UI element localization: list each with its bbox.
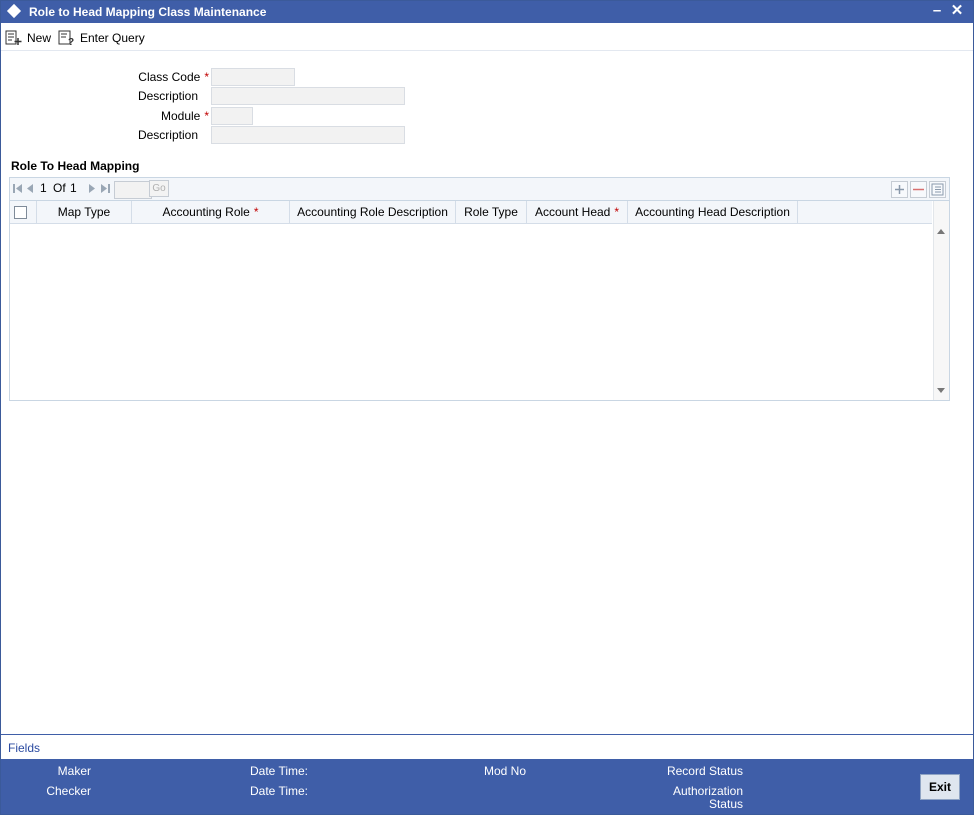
class-code-input[interactable] — [211, 68, 295, 86]
select-all-checkbox[interactable] — [14, 206, 27, 219]
add-row-button[interactable] — [891, 181, 908, 198]
maker-label: Maker — [57, 764, 91, 778]
last-page-icon[interactable] — [101, 183, 111, 194]
enter-query-button[interactable]: ? Enter Query — [58, 30, 145, 46]
prev-page-icon[interactable] — [27, 183, 34, 194]
authorization-label: Authorization — [672, 784, 743, 798]
single-view-icon — [931, 183, 944, 196]
toolbar: New ? Enter Query — [1, 24, 973, 51]
required-marker: * — [253, 205, 259, 219]
svg-text:?: ? — [68, 37, 74, 46]
required-marker: * — [614, 205, 620, 219]
pager-bar: 1 Of 1 Go — [9, 177, 950, 200]
record-status-label: Record Status — [666, 764, 743, 778]
grid-header: Map Type Accounting Role * Accounting Rol… — [10, 201, 932, 224]
description-input[interactable] — [211, 87, 405, 105]
select-all-cell — [10, 201, 37, 223]
first-page-icon[interactable] — [13, 183, 23, 194]
diamond-icon — [6, 3, 22, 19]
next-page-icon[interactable] — [89, 183, 96, 194]
main-window: Role to Head Mapping Class Maintenance –… — [0, 0, 974, 815]
description-label: Description — [137, 89, 198, 103]
add-row-icon — [895, 185, 904, 194]
audit-footer: Maker Checker Date Time: Date Time: Mod … — [1, 759, 973, 814]
column-header-accounting-role[interactable]: Accounting Role * — [132, 201, 290, 223]
scroll-up-icon[interactable] — [937, 229, 945, 234]
column-header-map-type[interactable]: Map Type — [37, 201, 132, 223]
scroll-down-icon[interactable] — [937, 388, 945, 393]
enter-query-label: Enter Query — [80, 31, 145, 45]
required-marker: * — [204, 109, 209, 123]
fields-link[interactable]: Fields — [8, 741, 40, 755]
checker-label: Checker — [46, 784, 91, 798]
current-page: 1 — [40, 181, 47, 195]
class-code-label: Class Code * — [138, 70, 209, 84]
window-title: Role to Head Mapping Class Maintenance — [29, 5, 267, 19]
section-title: Role To Head Mapping — [11, 159, 140, 173]
grid-vertical-scrollbar[interactable] — [933, 201, 949, 400]
module-description-input[interactable] — [211, 126, 405, 144]
new-icon — [5, 30, 22, 45]
delete-row-button[interactable] — [910, 181, 927, 198]
close-icon[interactable]: ✕ — [949, 3, 965, 19]
fields-bar: Fields — [1, 734, 973, 759]
module-label: Module * — [160, 109, 209, 123]
of-label: Of — [53, 181, 66, 195]
module-description-label: Description — [137, 128, 198, 142]
delete-row-icon — [913, 188, 924, 191]
mapping-grid: Map Type Accounting Role * Accounting Rol… — [9, 200, 950, 401]
column-header-accounting-role-description[interactable]: Accounting Role Description — [290, 201, 456, 223]
minimize-icon[interactable]: – — [929, 3, 945, 19]
enter-query-icon: ? — [58, 30, 74, 46]
total-pages: 1 — [70, 181, 77, 195]
page-number-input[interactable] — [114, 181, 152, 199]
column-header-account-head[interactable]: Account Head * — [527, 201, 628, 223]
go-button[interactable]: Go — [149, 180, 169, 197]
new-label: New — [27, 31, 52, 45]
single-view-button[interactable] — [929, 181, 946, 198]
module-input[interactable] — [211, 107, 253, 125]
maker-date-time-label: Date Time: — [250, 764, 309, 778]
title-bar: Role to Head Mapping Class Maintenance –… — [1, 1, 973, 23]
new-button[interactable]: New — [5, 30, 51, 46]
authorization-status-label: Status — [708, 797, 743, 811]
required-marker: * — [204, 70, 209, 84]
exit-button[interactable]: Exit — [920, 774, 960, 800]
column-header-accounting-head-description[interactable]: Accounting Head Description — [628, 201, 798, 223]
column-header-role-type[interactable]: Role Type — [456, 201, 527, 223]
mod-no-label: Mod No — [484, 764, 527, 778]
checker-date-time-label: Date Time: — [250, 784, 309, 798]
